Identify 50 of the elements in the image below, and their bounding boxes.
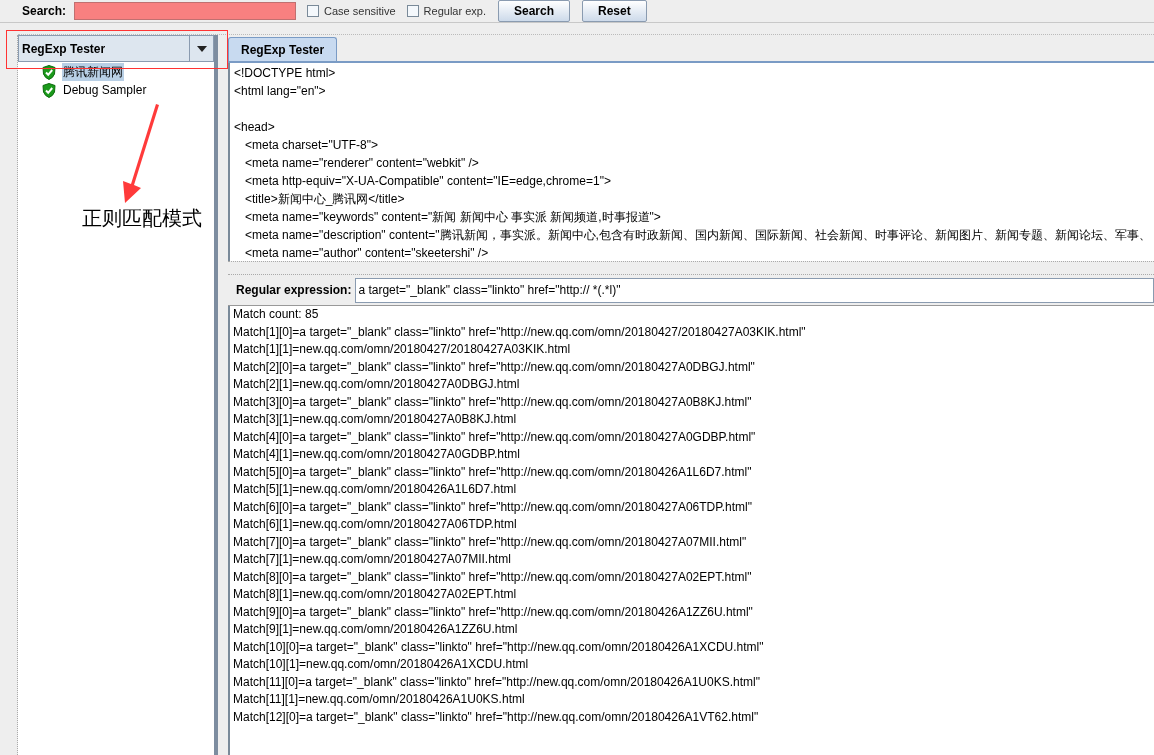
result-line: Match[11][1]=new.qq.com/omn/20180426A1U0KS.html [233, 691, 526, 708]
result-line: Match[10][1]=new.qq.com/omn/20180426A1XCDU.html [233, 656, 530, 673]
tree-item[interactable]: Debug Sampler [62, 81, 148, 99]
result-line: Match[1][0]=a target="_blank" class="linkto" href="http://new.qq.com/omn/20180427/20180427A03KIK.html" [233, 323, 807, 341]
result-line: Match[8][1]=new.qq.com/omn/20180427A02EPT.html [233, 586, 518, 603]
result-line: Match[5][0]=a target="_blank" class="linkto" href="http://new.qq.com/omn/20180426A1L6D7.html" [233, 463, 753, 481]
code-line: <meta name="renderer" content="webkit" /> [245, 156, 479, 170]
result-line: Match[4][1]=new.qq.com/omn/20180427A0GDBP.html [233, 446, 521, 463]
regex-label: Regular expression: [236, 282, 352, 299]
result-line: Match[7][1]=new.qq.com/omn/20180427A07MII.html [233, 551, 512, 568]
code-line: <meta charset="UTF-8"> [245, 138, 378, 152]
result-line: Match[9][0]=a target="_blank" class="linkto" href="http://new.qq.com/omn/20180426A1ZZ6U.html" [233, 603, 754, 621]
check-shield-icon [42, 82, 56, 98]
result-line: Match[8][0]=a target="_blank" class="linkto" href="http://new.qq.com/omn/20180427A02EPT.html" [233, 568, 753, 586]
result-line: Match[1][1]=new.qq.com/omn/20180427/20180427A03KIK.html [233, 341, 572, 358]
result-line: Match[2][0]=a target="_blank" class="linkto" href="http://new.qq.com/omn/20180427A0DBGJ.html" [233, 358, 756, 376]
code-line: <meta name="keywords" content="新闻 新闻中心 事实派 新闻频道,时事报道"> [245, 210, 661, 224]
result-line: Match[6][0]=a target="_blank" class="linkto" href="http://new.qq.com/omn/20180427A06TDP.html" [233, 498, 753, 516]
caret-icon [196, 45, 207, 52]
result-line: Match[3][1]=new.qq.com/omn/20180427A0B8KJ.html [233, 411, 518, 428]
code-line: <meta name="description" content="腾讯新闻，事实派。新闻中心,包含有时政新闻、国内新闻、国际新闻、社会新闻、时事评论、新闻图片、新闻专题、新闻论坛、军事、 [245, 228, 1151, 242]
result-line: Match[7][0]=a target="_blank" class="linkto" href="http://new.qq.com/omn/20180427A07MII.html" [233, 533, 748, 551]
search-button[interactable]: Search [497, 0, 570, 22]
panel-tab[interactable]: RegExp Tester [228, 37, 338, 61]
code-line: <head> [234, 120, 275, 134]
result-line: Match[9][1]=new.qq.com/omn/20180426A1ZZ6U.html [233, 621, 519, 638]
check-shield-icon [42, 64, 56, 80]
result-line: Match[11][0]=a target="_blank" class="linkto" href="http://new.qq.com/omn/20180426A1U0KS.html" [233, 673, 761, 691]
code-line: <!DOCTYPE html> [234, 66, 336, 80]
search-field[interactable] [74, 2, 297, 20]
option-checkbox[interactable]: Case sensitive [307, 2, 396, 20]
result-line: Match[4][0]=a target="_blank" class="linkto" href="http://new.qq.com/omn/20180427A0GDBP.html" [233, 428, 757, 446]
result-line: Match count: 85 [233, 306, 320, 323]
annotation-text: 正则匹配模式 [82, 206, 202, 231]
response-text-area[interactable] [228, 63, 1154, 261]
result-line: Match[12][0]=a target="_blank" class="linkto" href="http://new.qq.com/omn/20180426A1VT62.html" [233, 708, 760, 726]
result-line: Match[6][1]=new.qq.com/omn/20180427A06TDP.html [233, 516, 518, 533]
code-line: <html lang="en"> [234, 84, 326, 98]
result-line: Match[3][0]=a target="_blank" class="linkto" href="http://new.qq.com/omn/20180427A0B8KJ.html" [233, 393, 753, 411]
code-line: <meta name="author" content="skeetershi" /> [245, 246, 489, 260]
code-line: <title>新闻中心_腾讯网</title> [245, 192, 405, 206]
result-line: Match[10][0]=a target="_blank" class="linkto" href="http://new.qq.com/omn/20180426A1XCDU.html" [233, 638, 765, 656]
option-checkbox[interactable]: Regular exp. [406, 2, 486, 20]
result-line: Match[2][1]=new.qq.com/omn/20180427A0DBGJ.html [233, 376, 521, 393]
view-selector[interactable]: RegExp Tester [18, 35, 214, 62]
search-label: Search: [22, 3, 67, 20]
result-line: Match[5][1]=new.qq.com/omn/20180426A1L6D7.html [233, 481, 518, 498]
regex-field[interactable]: a target="_blank" class="linkto" href="http:// *(.*l)" [355, 277, 1154, 303]
reset-button[interactable]: Reset [582, 0, 647, 22]
code-line: <meta http-equiv="X-UA-Compatible" content="IE=edge,chrome=1"> [245, 174, 611, 188]
